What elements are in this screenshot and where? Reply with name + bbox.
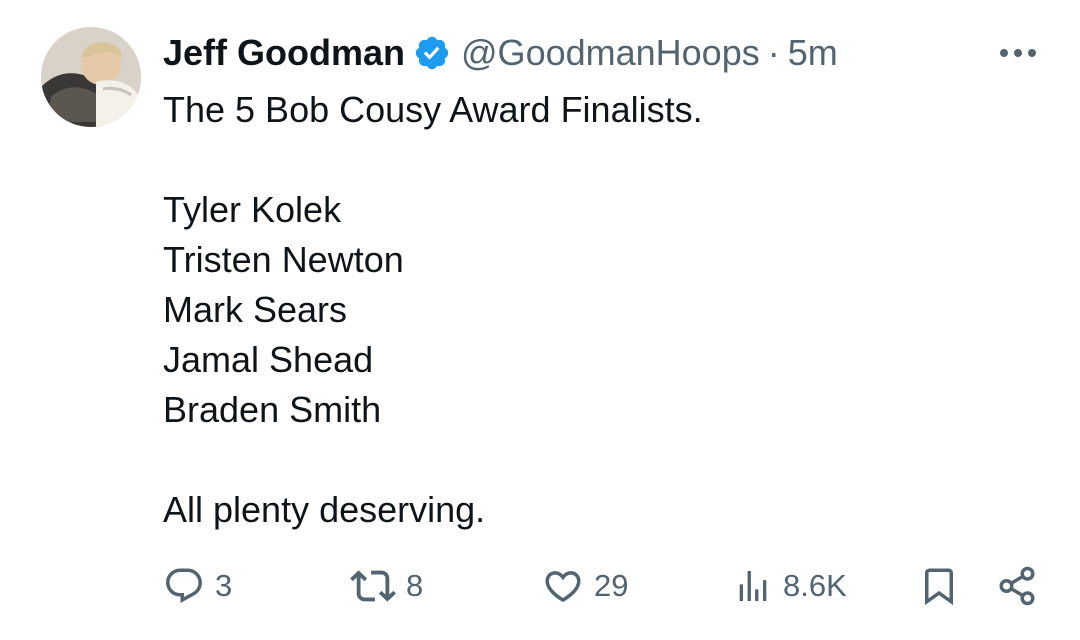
author-handle[interactable]: @GoodmanHoops [461, 32, 760, 74]
reply-button[interactable]: 3 [163, 560, 232, 612]
tweet-text-blank-line [163, 135, 1043, 185]
tweet-card: Jeff Goodman @GoodmanHoops · 5m The 5 Bo… [0, 0, 1080, 640]
more-horizontal-icon[interactable] [994, 33, 1042, 73]
bookmark-button[interactable] [918, 560, 960, 612]
views-button[interactable]: 8.6K [733, 560, 847, 612]
share-button[interactable] [996, 560, 1038, 612]
avatar-image [41, 27, 141, 127]
tweet-text-line: Jamal Shead [163, 339, 374, 380]
retweet-icon [350, 563, 396, 609]
tweet-text-line: All plenty deserving. [163, 489, 486, 530]
share-icon [996, 565, 1038, 607]
tweet-text-line: The 5 Bob Cousy Award Finalists. [163, 89, 703, 130]
retweet-button[interactable]: 8 [350, 560, 423, 612]
tweet-text-blank-line [163, 435, 1043, 485]
tweet-timestamp[interactable]: 5m [788, 32, 838, 74]
author-display-name[interactable]: Jeff Goodman [163, 32, 405, 74]
profile-avatar[interactable] [41, 27, 141, 127]
tweet-action-bar: 3 8 29 8.6K [0, 560, 1080, 612]
retweet-count: 8 [406, 568, 424, 603]
reply-icon [163, 565, 205, 607]
views-count: 8.6K [783, 568, 847, 603]
tweet-text-line: Braden Smith [163, 389, 382, 430]
tweet-text-line: Tyler Kolek [163, 189, 342, 230]
tweet-text-line: Tristen Newton [163, 239, 404, 280]
bookmark-icon [918, 565, 960, 607]
reply-count: 3 [215, 568, 233, 603]
like-button[interactable]: 29 [542, 560, 628, 612]
tweet-text-line: Mark Sears [163, 289, 348, 330]
tweet-header: Jeff Goodman @GoodmanHoops · 5m [163, 30, 838, 76]
verified-badge-icon[interactable] [413, 34, 451, 72]
like-count: 29 [594, 568, 629, 603]
heart-icon [542, 565, 584, 607]
views-icon [733, 565, 773, 607]
tweet-text: The 5 Bob Cousy Award Finalists. Tyler K… [163, 85, 1043, 535]
header-separator: · [767, 32, 780, 73]
